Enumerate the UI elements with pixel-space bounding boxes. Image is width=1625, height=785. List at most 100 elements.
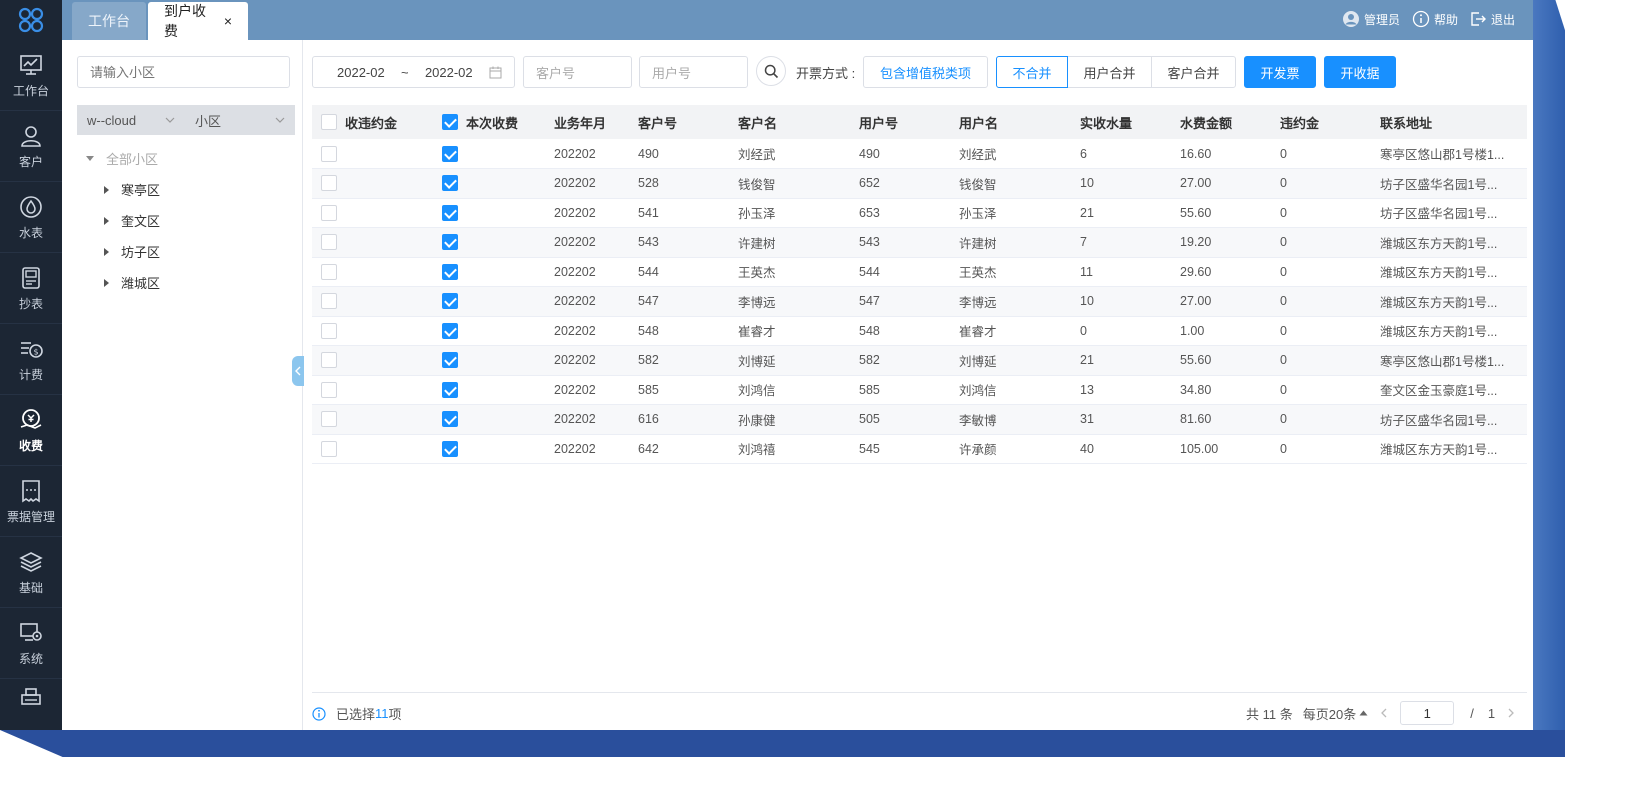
current-charge-checkbox[interactable] <box>442 293 458 310</box>
penalty-checkbox[interactable] <box>321 381 337 398</box>
select-all-current-checkbox[interactable] <box>442 114 458 130</box>
cell-customer-name: 刘鸿信 <box>738 375 859 405</box>
include-vat-button[interactable]: 包含增值税类项 <box>863 56 988 88</box>
cell-address: 寒亭区悠山郡1号楼1... <box>1380 345 1527 376</box>
tree-filter-header: w--cloud 小区 <box>77 105 295 135</box>
issue-invoice-button[interactable]: 开发票 <box>1244 56 1316 88</box>
penalty-checkbox[interactable] <box>321 263 337 280</box>
penalty-checkbox[interactable] <box>321 145 337 162</box>
next-page-icon[interactable] <box>1507 708 1515 718</box>
col-header-current: 本次收费 <box>433 105 554 139</box>
sidebar-item-water-meter[interactable]: 水表 <box>0 182 62 253</box>
user-no-input[interactable]: 用户号 <box>639 56 748 88</box>
sidebar-item-more[interactable] <box>0 679 62 719</box>
cloud-select[interactable]: w--cloud <box>77 105 185 135</box>
merge-user-option[interactable]: 用户合并 <box>1067 56 1152 88</box>
tree-node-weicheng[interactable]: 潍城区 <box>104 273 160 292</box>
sidebar-item-basic[interactable]: 基础 <box>0 537 62 608</box>
sidebar-item-billing[interactable]: $ 计费 <box>0 324 62 395</box>
collapse-panel-handle[interactable] <box>292 356 304 386</box>
tree-node-kuiwen[interactable]: 奎文区 <box>104 211 160 230</box>
penalty-checkbox[interactable] <box>321 293 337 310</box>
admin-menu[interactable]: 管理员 <box>1342 0 1400 38</box>
table-row[interactable]: 202202 544 王英杰 544 王英杰 11 29.60 0 潍城区东方天韵1号... <box>312 257 1527 287</box>
current-charge-checkbox[interactable] <box>442 234 458 251</box>
community-select[interactable]: 小区 <box>185 105 295 135</box>
penalty-checkbox[interactable] <box>321 175 337 192</box>
penalty-checkbox[interactable] <box>321 204 337 221</box>
sidebar-item-system[interactable]: 系统 <box>0 608 62 679</box>
merge-customer-option[interactable]: 客户合并 <box>1151 56 1236 88</box>
current-charge-checkbox[interactable] <box>442 381 458 398</box>
page-number-input[interactable] <box>1400 701 1455 725</box>
selected-prefix: 已选择 <box>336 707 376 722</box>
cell-water: 10 <box>1080 168 1180 199</box>
cell-water: 40 <box>1080 434 1180 464</box>
sidebar-item-workbench[interactable]: 工作台 <box>0 40 62 111</box>
table-row[interactable]: 202202 616 孙康健 505 李敏博 31 81.60 0 坊子区盛华名园1号... <box>312 404 1527 435</box>
sidebar-item-customer[interactable]: 客户 <box>0 111 62 182</box>
cell-customer-name: 许建树 <box>738 227 859 258</box>
monitor-icon <box>20 54 42 75</box>
current-charge-checkbox[interactable] <box>442 352 458 369</box>
current-charge-checkbox[interactable] <box>442 175 458 192</box>
selected-count: 11 <box>375 706 389 721</box>
tree-root[interactable]: 全部小区 <box>86 149 158 168</box>
prev-page-icon[interactable] <box>1380 708 1388 718</box>
table-row[interactable]: 202202 541 孙玉泽 653 孙玉泽 21 55.60 0 坊子区盛华名园1号... <box>312 198 1527 228</box>
help-link[interactable]: 帮助 <box>1412 0 1458 38</box>
cell-address: 潍城区东方天韵1号... <box>1380 257 1527 287</box>
tree-node-hanting[interactable]: 寒亭区 <box>104 180 160 199</box>
cell-penalty-amount: 0 <box>1280 316 1380 346</box>
tab-workbench[interactable]: 工作台 <box>72 2 146 40</box>
select-all-penalty-checkbox[interactable] <box>321 114 337 130</box>
tree-node-fangzi[interactable]: 坊子区 <box>104 242 160 261</box>
app-logo[interactable] <box>0 0 62 40</box>
merge-none-option[interactable]: 不合并 <box>996 56 1068 88</box>
cell-penalty-check <box>312 286 433 317</box>
cell-customer-no: 616 <box>638 404 738 435</box>
penalty-checkbox[interactable] <box>321 234 337 251</box>
close-icon[interactable]: × <box>224 13 232 29</box>
sidebar-item-ticket[interactable]: 票据管理 <box>0 466 62 537</box>
current-charge-checkbox[interactable] <box>442 411 458 428</box>
date-start[interactable]: 2022-02 <box>337 65 385 80</box>
cell-penalty-amount: 0 <box>1280 257 1380 287</box>
table-row[interactable]: 202202 642 刘鸿禧 545 许承颜 40 105.00 0 潍城区东方天韵1号... <box>312 434 1527 464</box>
date-range-picker[interactable]: 2022-02 ~ 2022-02 <box>312 56 515 88</box>
table-row[interactable]: 202202 547 李博远 547 李博远 10 27.00 0 潍城区东方天韵1号... <box>312 286 1527 317</box>
current-charge-checkbox[interactable] <box>442 204 458 221</box>
community-search-input[interactable] <box>77 56 290 88</box>
sidebar-item-meter-reading[interactable]: 抄表 <box>0 253 62 324</box>
current-charge-checkbox[interactable] <box>442 145 458 162</box>
table-row[interactable]: 202202 543 许建树 543 许建树 7 19.20 0 潍城区东方天韵1号... <box>312 227 1527 258</box>
sidebar-item-label: 客户 <box>18 154 43 169</box>
sidebar-item-collect[interactable]: 收费 <box>0 395 62 466</box>
penalty-checkbox[interactable] <box>321 411 337 428</box>
page-size-select[interactable]: 每页20条 <box>1303 704 1368 723</box>
cell-month: 202202 <box>554 139 638 169</box>
current-charge-checkbox[interactable] <box>442 322 458 339</box>
logout-link[interactable]: 退出 <box>1469 0 1515 38</box>
date-end[interactable]: 2022-02 <box>425 65 473 80</box>
cell-penalty-amount: 0 <box>1280 375 1380 405</box>
cell-address: 潍城区东方天韵1号... <box>1380 227 1527 258</box>
issue-receipt-button[interactable]: 开收据 <box>1324 56 1396 88</box>
cell-water: 21 <box>1080 198 1180 228</box>
current-charge-checkbox[interactable] <box>442 440 458 457</box>
table-row[interactable]: 202202 490 刘经武 490 刘经武 6 16.60 0 寒亭区悠山郡1号楼1... <box>312 139 1527 169</box>
penalty-checkbox[interactable] <box>321 322 337 339</box>
penalty-checkbox[interactable] <box>321 352 337 369</box>
cell-user-name: 许承颜 <box>959 434 1080 464</box>
table-row[interactable]: 202202 585 刘鸿信 585 刘鸿信 13 34.80 0 奎文区金玉豪庭1号... <box>312 375 1527 405</box>
penalty-checkbox[interactable] <box>321 440 337 457</box>
customer-no-input[interactable]: 客户号 <box>523 56 632 88</box>
table-row[interactable]: 202202 582 刘博延 582 刘博延 21 55.60 0 寒亭区悠山郡1号楼1... <box>312 345 1527 376</box>
table-row[interactable]: 202202 548 崔睿才 548 崔睿才 0 1.00 0 潍城区东方天韵1号... <box>312 316 1527 346</box>
table-row[interactable]: 202202 528 钱俊智 652 钱俊智 10 27.00 0 坊子区盛华名园1号... <box>312 168 1527 199</box>
current-charge-checkbox[interactable] <box>442 263 458 280</box>
tab-door-collect[interactable]: 到户收费 × <box>148 2 248 40</box>
cell-current-check <box>433 227 554 258</box>
caret-right-icon <box>104 247 109 256</box>
search-button[interactable] <box>756 56 786 86</box>
